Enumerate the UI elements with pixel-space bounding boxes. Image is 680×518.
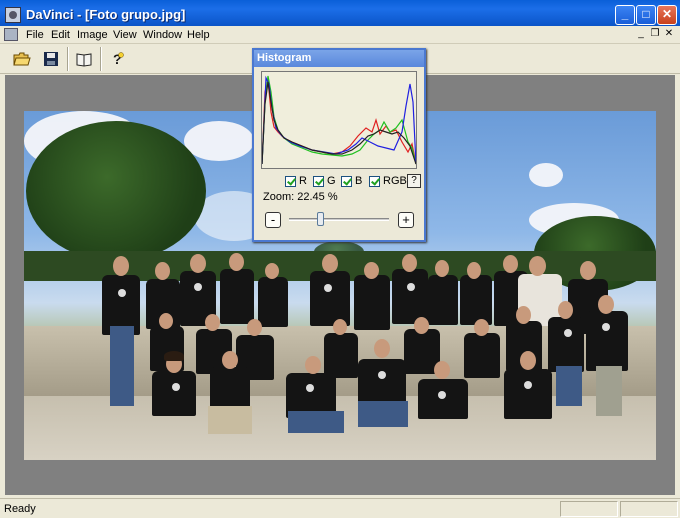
check-icon — [369, 175, 380, 187]
menu-view[interactable]: View — [113, 29, 137, 41]
menu-window[interactable]: Window — [143, 29, 182, 41]
zoom-slider-thumb[interactable] — [317, 212, 324, 226]
channel-g-label: G — [327, 175, 336, 187]
help-button[interactable]: ? — [104, 47, 130, 71]
zoom-in-button[interactable]: + — [398, 212, 414, 228]
status-bar: Ready — [0, 498, 680, 518]
document-icon[interactable] — [4, 28, 18, 41]
book-icon — [76, 53, 92, 67]
channel-b-label: B — [355, 175, 363, 187]
toolbar-separator — [67, 47, 69, 71]
window-title: DaVinci - [Foto grupo.jpg] — [26, 7, 186, 22]
menu-help[interactable]: Help — [187, 29, 210, 41]
channel-r-label: R — [299, 175, 307, 187]
menu-bar: File Edit Image View Window Help _ ❐ ✕ — [0, 26, 680, 44]
minimize-button[interactable]: _ — [615, 5, 635, 25]
check-icon — [313, 175, 324, 187]
histogram-panel[interactable]: Histogram R G B RGB ? Zoom: 22.45 % - + — [252, 48, 426, 242]
mdi-close-button[interactable]: ✕ — [662, 28, 676, 41]
save-button[interactable] — [38, 47, 64, 71]
save-disk-icon — [44, 52, 58, 66]
zoom-readout: Zoom: 22.45 % — [263, 191, 338, 203]
close-button[interactable]: ✕ — [657, 5, 677, 25]
histogram-graph — [261, 71, 417, 169]
channel-b-checkbox[interactable]: B — [341, 175, 362, 187]
menu-image[interactable]: Image — [77, 29, 108, 41]
zoom-label: Zoom: — [263, 191, 295, 203]
mdi-minimize-button[interactable]: _ — [634, 28, 648, 41]
histogram-title[interactable]: Histogram — [254, 50, 424, 67]
menu-edit[interactable]: Edit — [51, 29, 70, 41]
status-text: Ready — [4, 503, 36, 515]
status-pane — [560, 501, 618, 517]
zoom-value: 22.45 % — [297, 191, 338, 203]
check-icon — [285, 175, 296, 187]
help-lightbulb-icon: ? — [113, 51, 124, 67]
zoom-out-button[interactable]: - — [265, 212, 281, 228]
toolbar-separator — [100, 47, 102, 71]
open-button[interactable] — [9, 47, 35, 71]
mdi-restore-button[interactable]: ❐ — [648, 28, 662, 41]
channel-g-checkbox[interactable]: G — [313, 175, 336, 187]
status-pane — [620, 501, 678, 517]
check-icon — [341, 175, 352, 187]
histogram-help-button[interactable]: ? — [407, 174, 421, 188]
book-button[interactable] — [71, 47, 97, 71]
maximize-button[interactable]: □ — [636, 5, 656, 25]
app-icon[interactable] — [5, 7, 21, 23]
channel-rgb-checkbox[interactable]: RGB — [369, 175, 407, 187]
channel-rgb-label: RGB — [383, 175, 407, 187]
zoom-slider-track[interactable] — [289, 218, 389, 221]
menu-file[interactable]: File — [26, 29, 44, 41]
channel-r-checkbox[interactable]: R — [285, 175, 307, 187]
open-folder-icon — [13, 52, 31, 66]
